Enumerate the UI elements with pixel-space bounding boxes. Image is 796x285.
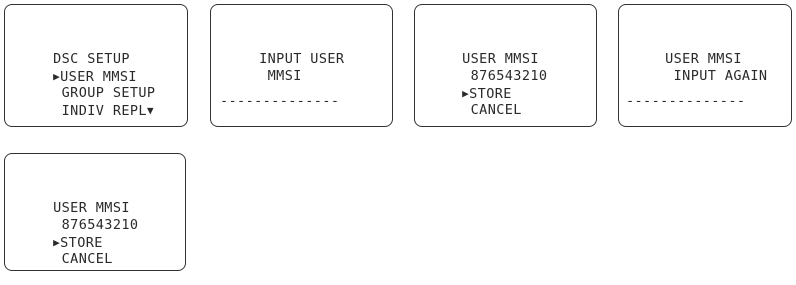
line-marker xyxy=(53,251,62,267)
entry-field-line: -------------- xyxy=(220,93,340,109)
line-text: INDIV REPL xyxy=(61,103,147,119)
lcd-screen-input-again: USER MMSI INPUT AGAIN -------------- xyxy=(618,4,792,127)
screen-line: CANCEL xyxy=(19,234,113,285)
line-marker xyxy=(462,102,471,118)
scroll-down-arrow-icon: ▼ xyxy=(146,104,154,117)
lcd-screen-dsc-setup: DSC SETUP ▶USER MMSI GROUP SETUP INDIV R… xyxy=(4,4,188,127)
line-text: MMSI xyxy=(267,68,302,84)
lcd-screen-user-mmsi-store: USER MMSI 876543210 ▶STORE CANCEL xyxy=(414,4,597,127)
line-marker xyxy=(53,103,62,119)
lcd-screen-user-mmsi-confirm: USER MMSI 876543210 ▶STORE CANCEL xyxy=(4,153,186,271)
lcd-screen-input-user-mmsi: INPUT USER MMSI -------------- xyxy=(210,4,393,127)
line-text: CANCEL xyxy=(470,102,522,118)
line-marker xyxy=(665,68,674,84)
line-text: CANCEL xyxy=(61,251,113,267)
screen-line: INDIV REPL▼ xyxy=(19,85,154,137)
entry-field-line: -------------- xyxy=(626,93,746,109)
line-marker xyxy=(259,68,268,84)
line-text: INPUT AGAIN xyxy=(673,68,768,84)
screen-line: CANCEL xyxy=(428,85,522,136)
